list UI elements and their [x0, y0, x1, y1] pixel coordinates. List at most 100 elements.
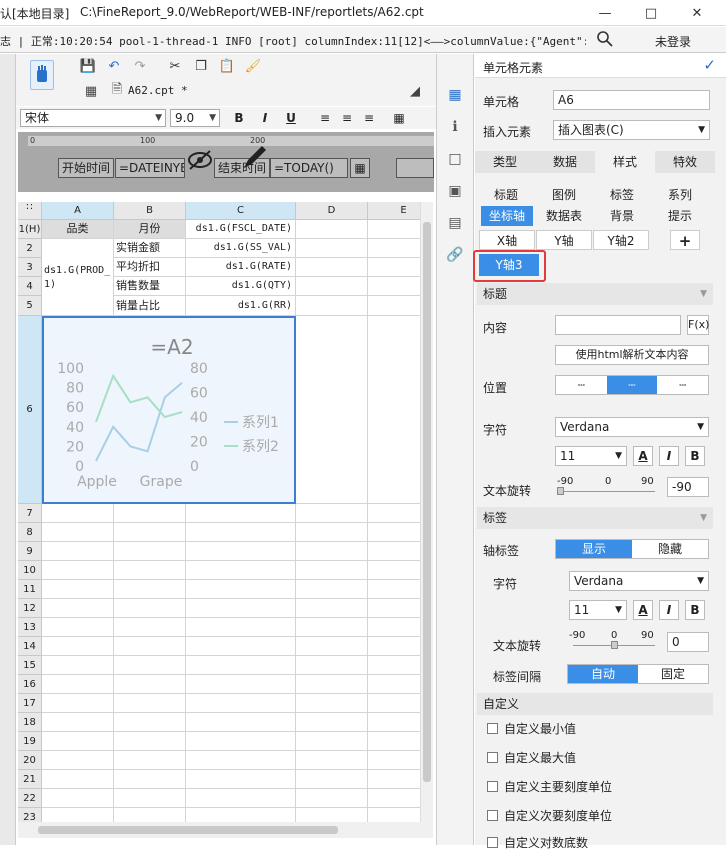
italic-button[interactable]: I	[256, 109, 274, 127]
column-header[interactable]: B	[114, 202, 186, 220]
bold-button[interactable]: B	[230, 109, 248, 127]
row-header[interactable]: 12	[18, 599, 42, 618]
custom-minor-unit-checkbox[interactable]: 自定义次要刻度单位	[487, 807, 612, 824]
widget-icon[interactable]: ▣	[446, 182, 464, 200]
float-element-icon[interactable]: □	[446, 150, 464, 168]
row-header[interactable]: 14	[18, 637, 42, 656]
cell-b2[interactable]: 实销金额	[114, 239, 186, 258]
vertical-scrollbar[interactable]	[420, 202, 433, 822]
empty-cell[interactable]	[114, 599, 186, 618]
size2-select[interactable]: 11 ▼	[569, 600, 627, 620]
bold-button[interactable]: B	[685, 600, 705, 620]
column-header[interactable]: D	[296, 202, 368, 220]
empty-cell[interactable]	[42, 504, 114, 523]
cell-c5[interactable]: ds1.G(RR)	[186, 296, 296, 316]
empty-cell[interactable]	[114, 751, 186, 770]
align-center-icon[interactable]: ≡	[338, 109, 356, 127]
empty-cell[interactable]	[186, 656, 296, 675]
rotate2-input[interactable]: 0	[667, 632, 709, 652]
section-title[interactable]: 标题 ▼	[477, 283, 713, 305]
empty-cell[interactable]	[186, 808, 296, 822]
row-header[interactable]: 22	[18, 789, 42, 808]
italic-button[interactable]: I	[659, 600, 679, 620]
login-link[interactable]: 未登录	[655, 33, 691, 50]
row-header[interactable]: 18	[18, 713, 42, 732]
rotate2-slider[interactable]: -90 0 90	[569, 630, 659, 650]
custom-max-checkbox[interactable]: 自定义最大值	[487, 749, 576, 766]
show-option[interactable]: 显示	[556, 540, 632, 558]
empty-cell[interactable]	[186, 637, 296, 656]
cell-b5[interactable]: 销量占比	[114, 296, 186, 316]
empty-cell[interactable]	[42, 751, 114, 770]
slider-thumb[interactable]	[557, 487, 564, 495]
subtab-label[interactable]: 标签	[597, 185, 647, 205]
subtab-tooltip[interactable]: 提示	[655, 206, 705, 226]
horizontal-scrollbar[interactable]	[18, 822, 433, 838]
empty-cell[interactable]	[114, 523, 186, 542]
maximize-icon[interactable]: □	[628, 0, 674, 26]
cut-icon[interactable]: ✂	[166, 57, 184, 75]
empty-cell[interactable]	[42, 542, 114, 561]
empty-cell[interactable]	[42, 675, 114, 694]
empty-cell[interactable]	[296, 561, 368, 580]
border-icon[interactable]: ▦	[390, 109, 408, 127]
font-size-select[interactable]: 9.0 ▼	[170, 109, 220, 127]
row-header[interactable]: 10	[18, 561, 42, 580]
empty-cell[interactable]	[42, 694, 114, 713]
cell-c2[interactable]: ds1.G(SS_VAL)	[186, 239, 296, 258]
empty-cell[interactable]	[186, 618, 296, 637]
param-extra-field[interactable]	[396, 158, 434, 178]
align-left-icon[interactable]: ≡	[316, 109, 334, 127]
empty-cell[interactable]	[186, 789, 296, 808]
custom-log-base-checkbox[interactable]: 自定义对数底数	[487, 834, 588, 851]
font-color-icon[interactable]: A	[633, 446, 653, 466]
section-custom[interactable]: 自定义	[477, 693, 713, 715]
empty-cell[interactable]	[296, 523, 368, 542]
underline-button[interactable]: U	[282, 109, 300, 127]
empty-cell[interactable]	[186, 675, 296, 694]
file-tab[interactable]: A62.cpt *	[128, 84, 188, 97]
add-axis-button[interactable]: +	[670, 230, 700, 250]
empty-cell[interactable]	[296, 770, 368, 789]
empty-cell[interactable]	[114, 504, 186, 523]
empty-cell[interactable]	[186, 732, 296, 751]
cell-c3[interactable]: ds1.G(RATE)	[186, 258, 296, 277]
size-select[interactable]: 11 ▼	[555, 446, 627, 466]
hide-option[interactable]: 隐藏	[632, 540, 708, 558]
row-header[interactable]: 17	[18, 694, 42, 713]
axis-tab-x[interactable]: X轴	[479, 230, 535, 250]
slider-thumb[interactable]	[611, 641, 618, 649]
empty-cell[interactable]	[42, 732, 114, 751]
row-header[interactable]: 4	[18, 277, 42, 296]
font-family-select[interactable]: 宋体 ▼	[20, 109, 166, 127]
subtab-series[interactable]: 系列	[655, 185, 705, 205]
cell-a1[interactable]: 品类	[42, 220, 114, 239]
empty-cell[interactable]	[42, 770, 114, 789]
row-header[interactable]: 2	[18, 239, 42, 258]
format-brush-icon[interactable]: 🖌	[244, 57, 262, 75]
expand-icon[interactable]: ◢	[406, 82, 424, 100]
auto-option[interactable]: 自动	[568, 665, 638, 683]
row-header[interactable]: 6	[18, 316, 42, 504]
condition-icon[interactable]: ▤	[446, 214, 464, 232]
close-icon[interactable]: ✕	[674, 0, 720, 26]
empty-cell[interactable]	[186, 580, 296, 599]
axis-tab-y2[interactable]: Y轴2	[593, 230, 649, 250]
checkbox-box[interactable]	[487, 837, 498, 848]
grid-view-icon[interactable]: ▦	[82, 82, 100, 100]
row-header[interactable]: 1(H)	[18, 220, 42, 239]
row-header[interactable]: 11	[18, 580, 42, 599]
empty-cell[interactable]	[186, 713, 296, 732]
chart-cell-a6[interactable]: =A2 100 80 60 40 20 0 80 60 40 20 0 Apple Grape 系列1 系列2	[42, 316, 296, 504]
empty-cell[interactable]	[296, 675, 368, 694]
row-header[interactable]: 23	[18, 808, 42, 822]
empty-cell[interactable]	[42, 789, 114, 808]
font-color-icon[interactable]: A	[633, 600, 653, 620]
row-header[interactable]: 20	[18, 751, 42, 770]
start-time-field[interactable]: =DATEINYE	[115, 158, 185, 178]
empty-cell[interactable]	[186, 561, 296, 580]
empty-cell[interactable]	[296, 296, 368, 316]
minimize-icon[interactable]: —	[582, 0, 628, 26]
row-header[interactable]: 8	[18, 523, 42, 542]
custom-min-checkbox[interactable]: 自定义最小值	[487, 720, 576, 737]
